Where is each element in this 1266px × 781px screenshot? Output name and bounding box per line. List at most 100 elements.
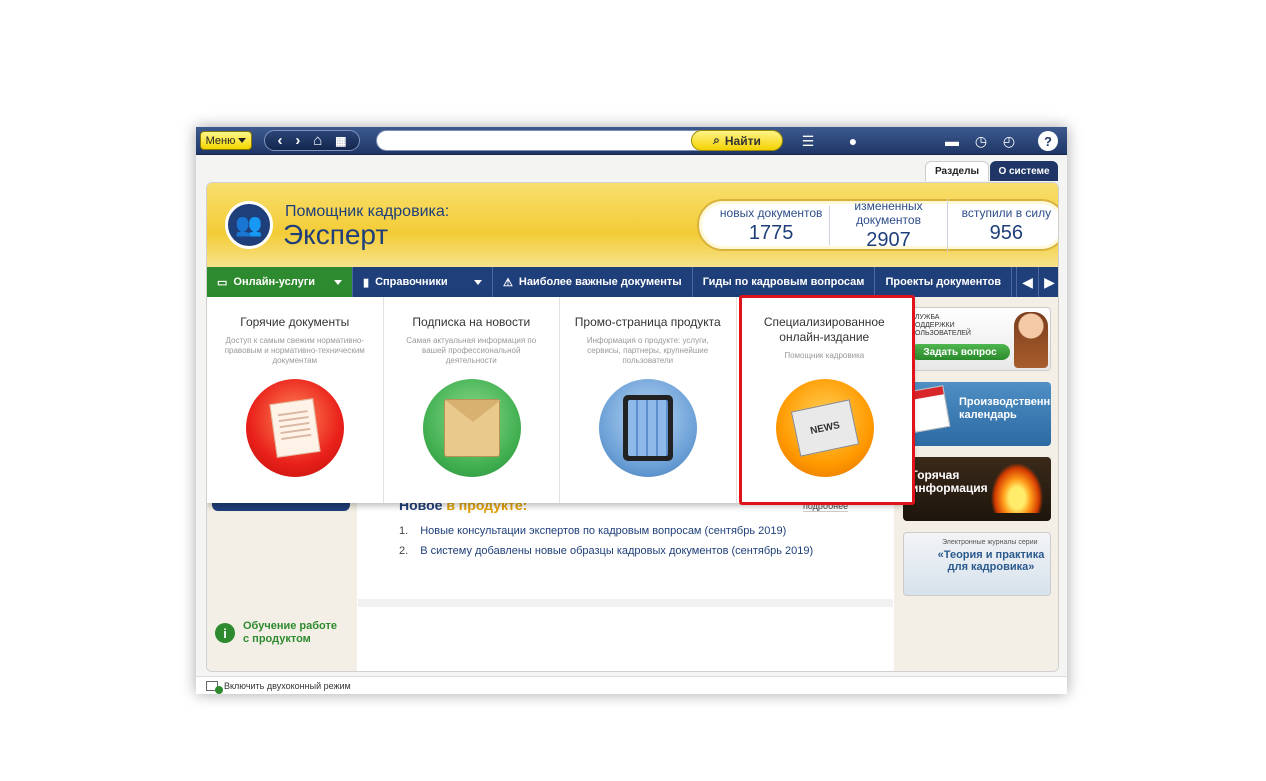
dropdown-item-desc: Информация о продукте: услуги, сервисы, … <box>586 336 709 365</box>
nav-group: ‹ › ⌂ ▦ <box>264 130 360 151</box>
dual-window-label[interactable]: Включить двухоконный режим <box>224 681 351 691</box>
ask-question-label: Задать вопрос <box>923 346 997 358</box>
stat-label: вступили в силу <box>961 205 1052 220</box>
news-item-text: Новые консультации экспертов по кадровым… <box>420 525 787 537</box>
monitor-icon: ▭ <box>217 276 228 289</box>
book-icon: ▮ <box>363 276 370 289</box>
back-icon[interactable]: ‹ <box>277 133 282 148</box>
nav-online-services[interactable]: ▭ Онлайн-услуги <box>207 267 353 297</box>
menu-button-label: Меню <box>205 134 236 147</box>
support-label: СЛУЖБА ПОДДЕРЖКИ ПОЛЬЗОВАТЕЛЕЙ <box>910 314 971 337</box>
scroll-right-icon[interactable]: ▶ <box>1038 267 1058 297</box>
users-logo-icon: 👥 <box>225 201 273 249</box>
journal-title: «Теория и практика для кадровика» <box>937 549 1045 573</box>
nav-important-docs[interactable]: ⚠ Наиболее важные документы <box>493 267 693 297</box>
user-icon[interactable]: ● <box>843 131 863 151</box>
tab-sections[interactable]: Разделы <box>925 161 989 181</box>
nav-label: Гиды по кадровым вопросам <box>702 276 865 288</box>
dropdown-item-title: Промо-страница продукта <box>574 315 721 329</box>
grid-icon[interactable]: ▦ <box>335 135 346 147</box>
news-envelope-icon <box>422 379 521 477</box>
stat-value: 956 <box>989 221 1024 244</box>
forward-icon[interactable]: › <box>295 133 300 148</box>
list-number: 1. <box>399 525 409 537</box>
dropdown-item-promo-page[interactable]: Промо-страница продукта Информация о про… <box>560 297 737 503</box>
hot-info-label: Горячая информация <box>911 468 988 495</box>
right-column: СЛУЖБА ПОДДЕРЖКИ ПОЛЬЗОВАТЕЛЕЙ Задать во… <box>894 297 1058 671</box>
journal-sub-label: Электронные журналы серии <box>942 539 1038 546</box>
training-link[interactable]: i Обучение работе с продуктом <box>215 620 343 646</box>
scroll-left-icon[interactable]: ◀ <box>1016 267 1038 297</box>
stat-new-docs[interactable]: новых документов 1775 <box>713 205 831 245</box>
hot-docs-icon <box>246 379 344 477</box>
dropdown-item-title: Подписка на новости <box>412 315 531 329</box>
dropdown-item-desc: Помощник кадровика <box>784 351 865 360</box>
dropdown-item-online-edition[interactable]: Специализированное онлайн-издание Помощн… <box>737 297 913 503</box>
divider <box>358 599 893 607</box>
stat-label: новых документов <box>719 205 823 220</box>
hot-info-promo[interactable]: Горячая информация <box>903 457 1051 521</box>
news-item-text: В систему добавлены новые образцы кадров… <box>420 545 814 557</box>
nav-hr-guides[interactable]: Гиды по кадровым вопросам <box>693 267 876 297</box>
newspaper-icon: NEWS <box>775 379 874 477</box>
journal-promo[interactable]: Электронные журналы серии «Теория и прак… <box>903 532 1051 596</box>
tablet-icon <box>599 379 697 477</box>
menu-button[interactable]: Меню <box>200 131 252 150</box>
product-title: Эксперт <box>283 219 389 250</box>
dropdown-item-news-subscription[interactable]: Подписка на новости Самая актуальная инф… <box>384 297 560 503</box>
section-navbar: ▭ Онлайн-услуги ▮ Справочники ⚠ Наиболее… <box>207 267 1058 297</box>
online-services-dropdown: Горячие документы Доступ к самым свежим … <box>207 295 915 505</box>
stats-panel: новых документов 1775 измененных докумен… <box>697 198 1058 252</box>
status-bar: Включить двухоконный режим <box>196 676 1067 694</box>
nav-references[interactable]: ▮ Справочники <box>353 267 493 297</box>
nav-label: Онлайн-услуги <box>233 276 316 288</box>
ask-question-button[interactable]: Задать вопрос <box>910 344 1010 360</box>
support-promo[interactable]: СЛУЖБА ПОДДЕРЖКИ ПОЛЬЗОВАТЕЛЕЙ Задать во… <box>903 307 1051 371</box>
chevron-down-icon <box>474 279 482 285</box>
dual-window-icon[interactable] <box>206 680 223 694</box>
calendar-label: Производственный календарь <box>959 396 1051 421</box>
calendar-icon <box>907 385 951 433</box>
hamburger-menu-icon[interactable]: ☰ <box>798 131 818 151</box>
nav-scroll: ◀ ▶ <box>1016 267 1058 297</box>
dropdown-item-title: Специализированное онлайн-издание <box>763 315 885 344</box>
clock-check-icon[interactable]: ◷ <box>971 131 991 151</box>
fire-icon <box>991 463 1043 513</box>
find-button-label: Найти <box>724 133 761 148</box>
toolbar: Меню ‹ › ⌂ ▦ ⌕ Найти ☰ ● ▬ ◷ ◴ ? <box>196 127 1067 155</box>
news-list: 1. Новые консультации экспертов по кадров… <box>399 525 813 565</box>
home-icon[interactable]: ⌂ <box>313 133 322 148</box>
calendar-promo[interactable]: Производственный календарь <box>903 382 1051 446</box>
find-button[interactable]: ⌕ Найти <box>691 130 783 151</box>
stat-in-force[interactable]: вступили в силу 956 <box>948 205 1058 245</box>
search-icon: ⌕ <box>713 133 720 147</box>
chevron-down-icon <box>334 279 342 285</box>
stopwatch-icon[interactable]: ◴ <box>999 131 1019 151</box>
main-panel: 👥 Помощник кадровика: Эксперт новых доку… <box>206 182 1059 672</box>
list-item[interactable]: 1. Новые консультации экспертов по кадров… <box>399 525 813 537</box>
support-agent-icon <box>1014 312 1048 368</box>
nav-label: Справочники <box>375 276 448 288</box>
info-icon: i <box>215 623 235 643</box>
help-icon[interactable]: ? <box>1038 131 1058 151</box>
list-number: 2. <box>399 545 409 557</box>
stat-label: измененных документов <box>854 198 923 227</box>
dropdown-item-desc: Доступ к самым свежим нормативно-правовы… <box>224 336 365 365</box>
list-item[interactable]: 2. В систему добавлены новые образцы кадр… <box>399 545 813 557</box>
stat-value: 2907 <box>866 228 911 251</box>
dropdown-item-hot-docs[interactable]: Горячие документы Доступ к самым свежим … <box>207 297 384 503</box>
dropdown-item-desc: Самая актуальная информация по вашей про… <box>406 336 537 365</box>
nav-label: Проекты документов <box>885 276 1002 288</box>
stat-changed-docs[interactable]: измененных документов 2907 <box>830 198 948 252</box>
chevron-down-icon <box>238 138 247 143</box>
tab-about[interactable]: О системе <box>990 161 1058 181</box>
training-label: Обучение работе с продуктом <box>243 620 337 645</box>
dropdown-item-title: Горячие документы <box>240 315 350 329</box>
nav-label: Наиболее важные документы <box>518 276 682 288</box>
stat-value: 1775 <box>748 221 794 244</box>
product-banner: 👥 Помощник кадровика: Эксперт новых доку… <box>207 183 1058 267</box>
folder-icon[interactable]: ▬ <box>942 131 962 151</box>
warning-doc-icon: ⚠ <box>503 276 513 289</box>
nav-doc-projects[interactable]: Проекты документов <box>875 267 1013 297</box>
app-window: Меню ‹ › ⌂ ▦ ⌕ Найти ☰ ● ▬ ◷ ◴ ? Разделы… <box>196 127 1067 694</box>
